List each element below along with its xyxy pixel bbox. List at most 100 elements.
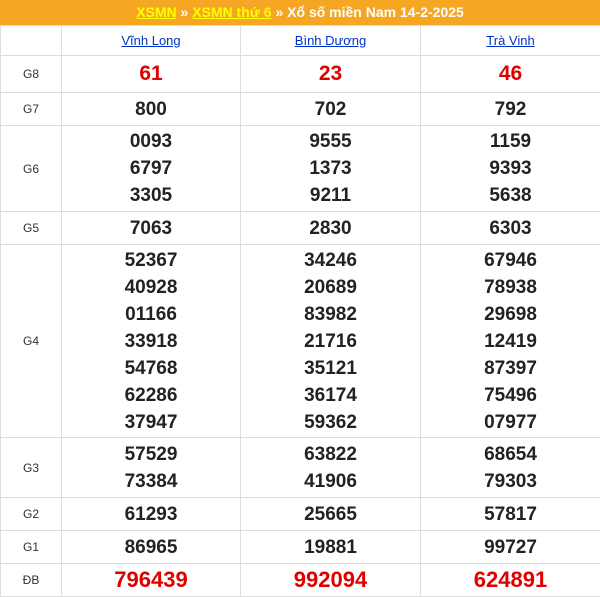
results-body: G8612346G7800702792G60093679733059555137… [1, 56, 600, 597]
prize-number: 25665 [241, 501, 420, 528]
prize-number: 702 [241, 96, 420, 123]
breadcrumb-link-xsmn-friday[interactable]: XSMN thứ 6 [192, 4, 271, 20]
province-link-binh-duong[interactable]: Bình Dương [295, 33, 366, 48]
prize-label: ĐB [1, 564, 62, 597]
prize-number: 63822 [241, 441, 420, 468]
breadcrumb-link-xsmn[interactable]: XSMN [136, 4, 176, 20]
breadcrumb-separator: » [272, 4, 288, 20]
prize-number: 99727 [421, 534, 600, 561]
prize-cell: 99727 [421, 531, 600, 564]
prize-row-4: G452367409280116633918547686228637947342… [1, 245, 600, 438]
prize-cell: 702 [241, 93, 421, 126]
prize-cell: 34246206898398221716351213617459362 [241, 245, 421, 438]
prize-cell: 5752973384 [62, 438, 241, 498]
prize-row-3: G5706328306303 [1, 212, 600, 245]
prize-number: 9211 [241, 182, 420, 209]
prize-number: 34246 [241, 247, 420, 274]
prize-number: 87397 [421, 355, 600, 382]
prize-number: 33918 [62, 328, 240, 355]
prize-number: 1159 [421, 128, 600, 155]
prize-number: 83982 [241, 301, 420, 328]
prize-number: 62286 [62, 382, 240, 409]
results-table: Vĩnh Long Bình Dương Trà Vinh G8612346G7… [0, 25, 600, 597]
prize-label: G8 [1, 56, 62, 93]
prize-row-0: G8612346 [1, 56, 600, 93]
prize-label: G3 [1, 438, 62, 498]
prize-number: 86965 [62, 534, 240, 561]
prize-number: 624891 [421, 565, 600, 595]
prize-number: 6303 [421, 215, 600, 242]
prize-number: 7063 [62, 215, 240, 242]
prize-number: 54768 [62, 355, 240, 382]
prize-number: 2830 [241, 215, 420, 242]
prize-number: 59362 [241, 409, 420, 436]
prize-number: 41906 [241, 468, 420, 495]
prize-row-5: G3575297338463822419066865479303 [1, 438, 600, 498]
prize-number: 46 [421, 59, 600, 89]
prize-label: G7 [1, 93, 62, 126]
prize-cell: 624891 [421, 564, 600, 597]
prize-number: 79303 [421, 468, 600, 495]
prize-number: 23 [241, 59, 420, 89]
page-title: Xổ số miền Nam 14-2-2025 [287, 4, 464, 20]
prize-number: 57529 [62, 441, 240, 468]
prize-label: G5 [1, 212, 62, 245]
prize-cell: 46 [421, 56, 600, 93]
prize-cell: 25665 [241, 498, 421, 531]
prize-number: 800 [62, 96, 240, 123]
prize-row-6: G2612932566557817 [1, 498, 600, 531]
province-link-vinh-long[interactable]: Vĩnh Long [121, 33, 180, 48]
prize-number: 61293 [62, 501, 240, 528]
prize-number: 57817 [421, 501, 600, 528]
prize-number: 6797 [62, 155, 240, 182]
prize-cell: 67946789382969812419873977549607977 [421, 245, 600, 438]
prize-cell: 19881 [241, 531, 421, 564]
corner-cell [1, 26, 62, 56]
prize-number: 61 [62, 59, 240, 89]
breadcrumb: XSMN » XSMN thứ 6 » Xổ số miền Nam 14-2-… [0, 0, 600, 25]
prize-cell: 61 [62, 56, 241, 93]
prize-label: G2 [1, 498, 62, 531]
prize-cell: 009367973305 [62, 126, 241, 212]
prize-number: 36174 [241, 382, 420, 409]
prize-cell: 992094 [241, 564, 421, 597]
prize-number: 01166 [62, 301, 240, 328]
prize-number: 3305 [62, 182, 240, 209]
province-header: Trà Vinh [421, 26, 600, 56]
prize-number: 40928 [62, 274, 240, 301]
prize-number: 52367 [62, 247, 240, 274]
prize-cell: 86965 [62, 531, 241, 564]
prize-number: 5638 [421, 182, 600, 209]
prize-number: 0093 [62, 128, 240, 155]
prize-number: 796439 [62, 565, 240, 595]
prize-number: 20689 [241, 274, 420, 301]
prize-cell: 955513739211 [241, 126, 421, 212]
prize-cell: 23 [241, 56, 421, 93]
prize-cell: 57817 [421, 498, 600, 531]
prize-number: 792 [421, 96, 600, 123]
prize-number: 68654 [421, 441, 600, 468]
prize-number: 1373 [241, 155, 420, 182]
prize-cell: 6303 [421, 212, 600, 245]
prize-cell: 61293 [62, 498, 241, 531]
prize-cell: 796439 [62, 564, 241, 597]
results-panel: XSMN » XSMN thứ 6 » Xổ số miền Nam 14-2-… [0, 0, 600, 594]
prize-cell: 792 [421, 93, 600, 126]
prize-cell: 115993935638 [421, 126, 600, 212]
prize-number: 35121 [241, 355, 420, 382]
prize-cell: 6865479303 [421, 438, 600, 498]
province-header: Bình Dương [241, 26, 421, 56]
prize-cell: 7063 [62, 212, 241, 245]
prize-cell: 52367409280116633918547686228637947 [62, 245, 241, 438]
province-link-tra-vinh[interactable]: Trà Vinh [486, 33, 534, 48]
prize-number: 9555 [241, 128, 420, 155]
prize-number: 07977 [421, 409, 600, 436]
prize-cell: 6382241906 [241, 438, 421, 498]
prize-number: 29698 [421, 301, 600, 328]
prize-number: 78938 [421, 274, 600, 301]
prize-label: G1 [1, 531, 62, 564]
prize-row-2: G6009367973305955513739211115993935638 [1, 126, 600, 212]
prize-row-1: G7800702792 [1, 93, 600, 126]
prize-number: 75496 [421, 382, 600, 409]
prize-cell: 2830 [241, 212, 421, 245]
